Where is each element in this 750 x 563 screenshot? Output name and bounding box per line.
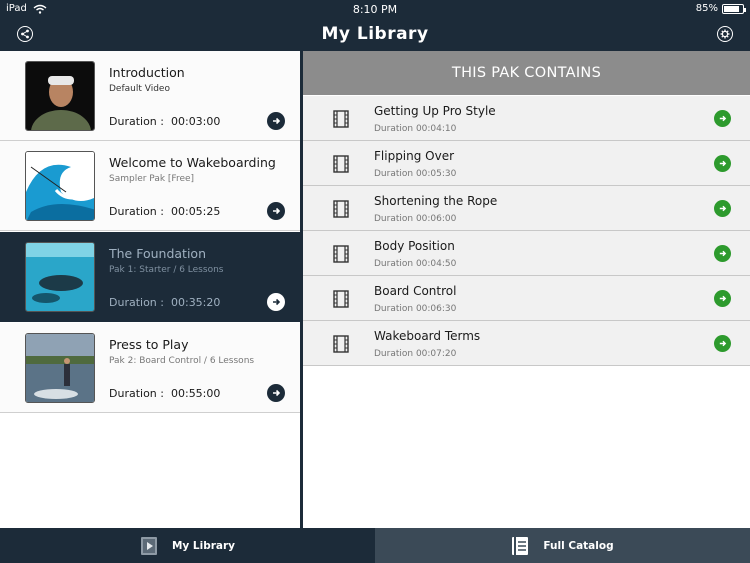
open-pak-button[interactable]: [267, 202, 285, 220]
lesson-row[interactable]: Flipping Over Duration 00:05:30: [303, 141, 750, 186]
pak-subtitle: Pak 1: Starter / 6 Lessons: [109, 265, 224, 275]
play-lesson-button[interactable]: [714, 335, 731, 352]
play-lesson-button[interactable]: [714, 290, 731, 307]
pak-title: The Foundation: [109, 246, 206, 261]
film-icon: [333, 245, 349, 263]
film-icon: [333, 200, 349, 218]
open-pak-button[interactable]: [267, 293, 285, 311]
lesson-title: Wakeboard Terms: [374, 329, 481, 343]
arrow-right-icon: [273, 117, 281, 125]
play-lesson-button[interactable]: [714, 200, 731, 217]
arrow-right-icon: [719, 160, 727, 167]
tab-label: Full Catalog: [543, 539, 614, 552]
lesson-title: Body Position: [374, 239, 455, 253]
arrow-right-icon: [719, 295, 727, 302]
pak-duration: Duration : 00:03:00: [109, 115, 221, 128]
pak-item-press-to-play[interactable]: Press to Play Pak 2: Board Control / 6 L…: [0, 323, 300, 413]
pak-duration: Duration : 00:55:00: [109, 387, 221, 400]
status-bar: iPad 8:10 PM 85%: [0, 0, 750, 18]
tab-bar: My Library Full Catalog: [0, 528, 750, 563]
pak-item-welcome[interactable]: Welcome to Wakeboarding Sampler Pak [Fre…: [0, 141, 300, 231]
film-icon: [333, 155, 349, 173]
nav-bar: My Library: [0, 18, 750, 51]
pak-list: Introduction Default Video Duration : 00…: [0, 51, 300, 528]
clock: 8:10 PM: [352, 3, 398, 16]
lesson-duration: Duration 00:04:10: [374, 124, 457, 134]
pak-subtitle: Pak 2: Board Control / 6 Lessons: [109, 356, 255, 366]
arrow-right-icon: [273, 207, 281, 215]
settings-button[interactable]: [717, 26, 733, 42]
open-pak-button[interactable]: [267, 112, 285, 130]
lesson-row[interactable]: Shortening the Rope Duration 00:06:00: [303, 186, 750, 231]
page-title: My Library: [321, 24, 429, 44]
pak-thumbnail: [25, 151, 95, 221]
battery-icon: [722, 3, 746, 14]
lesson-title: Flipping Over: [374, 149, 455, 163]
pak-contents-header: THIS PAK CONTAINS: [303, 51, 750, 95]
tab-full-catalog[interactable]: Full Catalog: [375, 528, 750, 563]
lesson-duration: Duration 00:04:50: [374, 259, 457, 269]
arrow-right-icon: [719, 205, 727, 212]
film-icon: [333, 290, 349, 308]
wave-illustration-image: [26, 152, 94, 220]
pak-subtitle: Default Video: [109, 84, 170, 94]
pak-duration: Duration : 00:35:20: [109, 296, 221, 309]
lesson-title: Shortening the Rope: [374, 194, 498, 208]
tab-my-library[interactable]: My Library: [0, 528, 375, 563]
pak-title: Press to Play: [109, 337, 189, 352]
pak-thumbnail: [25, 333, 95, 403]
wakeboarder-on-lake-image: [26, 334, 94, 402]
lesson-row[interactable]: Body Position Duration 00:04:50: [303, 231, 750, 276]
lesson-row[interactable]: Getting Up Pro Style Duration 00:04:10: [303, 96, 750, 141]
person-portrait-image: [26, 62, 94, 130]
lesson-row[interactable]: Wakeboard Terms Duration 00:07:20: [303, 321, 750, 366]
arrow-right-icon: [273, 298, 281, 306]
lesson-duration: Duration 00:07:20: [374, 349, 457, 359]
film-icon: [333, 110, 349, 128]
play-lesson-button[interactable]: [714, 245, 731, 262]
lesson-duration: Duration 00:05:30: [374, 169, 457, 179]
pak-title: Introduction: [109, 65, 185, 80]
pak-title: Welcome to Wakeboarding: [109, 155, 276, 170]
pak-subtitle: Sampler Pak [Free]: [109, 174, 195, 184]
catalog-icon: [512, 536, 529, 555]
gear-icon: [720, 29, 730, 39]
tab-label: My Library: [171, 539, 236, 552]
lesson-duration: Duration 00:06:30: [374, 304, 457, 314]
pak-duration: Duration : 00:05:25: [109, 205, 221, 218]
pak-contents-panel: THIS PAK CONTAINS Getting Up Pro Style D…: [303, 51, 750, 528]
open-pak-button[interactable]: [267, 384, 285, 402]
pak-item-foundation[interactable]: The Foundation Pak 1: Starter / 6 Lesson…: [0, 232, 300, 322]
arrow-right-icon: [719, 115, 727, 122]
play-lesson-button[interactable]: [714, 155, 731, 172]
film-icon: [333, 335, 349, 353]
arrow-right-icon: [719, 340, 727, 347]
lesson-row[interactable]: Board Control Duration 00:06:30: [303, 276, 750, 321]
play-lesson-button[interactable]: [714, 110, 731, 127]
pak-thumbnail: [25, 61, 95, 131]
battery-percent: 85%: [695, 3, 718, 14]
library-icon: [140, 536, 157, 555]
lesson-duration: Duration 00:06:00: [374, 214, 457, 224]
underwater-swimmer-image: [26, 243, 94, 311]
arrow-right-icon: [273, 389, 281, 397]
pak-thumbnail: [25, 242, 95, 312]
lesson-title: Board Control: [374, 284, 457, 298]
lesson-title: Getting Up Pro Style: [374, 104, 496, 118]
pak-item-introduction[interactable]: Introduction Default Video Duration : 00…: [0, 51, 300, 141]
arrow-right-icon: [719, 250, 727, 257]
